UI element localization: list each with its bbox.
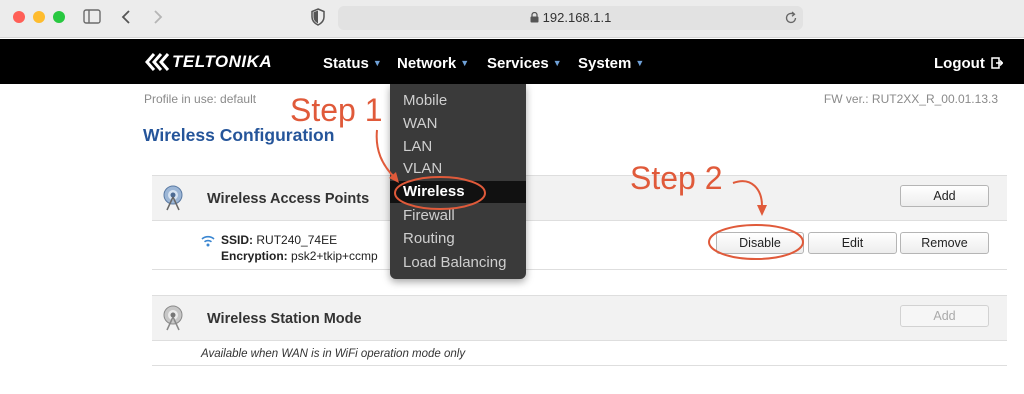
step2-annotation: Step 2 (630, 160, 723, 196)
wireless-highlight-circle (394, 176, 486, 210)
annotation-overlay (375, 129, 804, 260)
step1-arrow (375, 129, 396, 179)
disable-highlight-circle (708, 224, 804, 260)
step2-arrow (732, 180, 763, 207)
step2-arrowhead-icon (757, 205, 767, 216)
step1-annotation: Step 1 (290, 92, 383, 128)
